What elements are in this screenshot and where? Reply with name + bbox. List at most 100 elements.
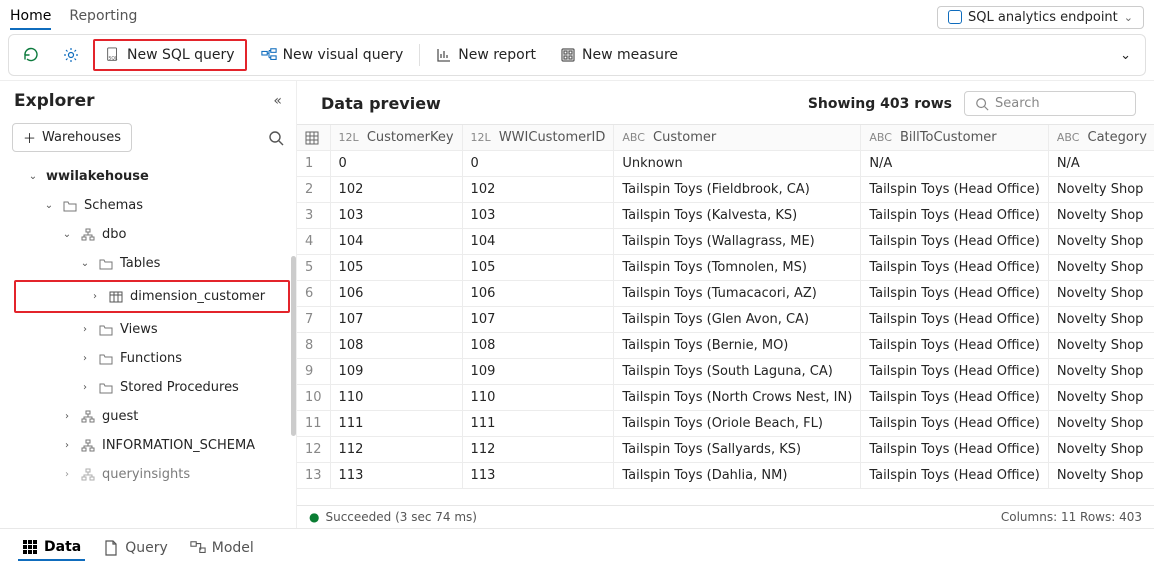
collapse-explorer-button[interactable]: « — [273, 93, 282, 109]
schema-icon — [80, 228, 96, 242]
model-icon — [190, 540, 206, 556]
table-row[interactable]: 12112112Tailspin Toys (Sallyards, KS)Tai… — [297, 437, 1154, 463]
table-row[interactable]: 10110110Tailspin Toys (North Crows Nest,… — [297, 385, 1154, 411]
cell: Tailspin Toys (Wallagrass, ME) — [614, 229, 861, 255]
column-header[interactable]: ABC Category — [1048, 125, 1154, 151]
tree-functions[interactable]: › Functions — [0, 344, 296, 373]
cell: Tailspin Toys (Head Office) — [861, 437, 1049, 463]
cell: Novelty Shop — [1048, 307, 1154, 333]
add-warehouse-button[interactable]: ＋ Warehouses — [12, 123, 132, 152]
cell: Tailspin Toys (Bernie, MO) — [614, 333, 861, 359]
cell: Tailspin Toys (Head Office) — [861, 463, 1049, 489]
endpoint-dropdown[interactable]: SQL analytics endpoint ⌄ — [937, 6, 1144, 29]
cell: 111 — [462, 411, 614, 437]
column-header[interactable]: ABC Customer — [614, 125, 861, 151]
toolbar-more-button[interactable]: ⌄ — [1110, 42, 1141, 69]
cell: Novelty Shop — [1048, 437, 1154, 463]
column-header[interactable]: 12L WWICustomerID — [462, 125, 614, 151]
explorer-search-button[interactable] — [268, 130, 284, 146]
cell: N/A — [861, 151, 1049, 177]
table-row[interactable]: 2102102Tailspin Toys (Fieldbrook, CA)Tai… — [297, 177, 1154, 203]
plus-icon: ＋ — [23, 128, 36, 147]
new-visual-query-button[interactable]: New visual query — [251, 41, 414, 69]
chevron-right-icon: › — [78, 353, 92, 364]
table-row[interactable]: 7107107Tailspin Toys (Glen Avon, CA)Tail… — [297, 307, 1154, 333]
bottom-tab-query[interactable]: Query — [99, 536, 172, 560]
column-header[interactable]: 12L CustomerKey — [330, 125, 462, 151]
table-row[interactable]: 13113113Tailspin Toys (Dahlia, NM)Tailsp… — [297, 463, 1154, 489]
table-row[interactable]: 9109109Tailspin Toys (South Laguna, CA)T… — [297, 359, 1154, 385]
table-icon — [108, 290, 124, 304]
scrollbar[interactable] — [291, 256, 296, 436]
bottom-tab-model[interactable]: Model — [186, 536, 258, 560]
chevron-down-icon: ⌄ — [26, 171, 40, 182]
row-number: 4 — [297, 229, 330, 255]
explorer-title: Explorer — [14, 91, 273, 111]
cube-icon — [948, 10, 962, 24]
row-number: 8 — [297, 333, 330, 359]
cell: Tailspin Toys (Tumacacori, AZ) — [614, 281, 861, 307]
tab-reporting[interactable]: Reporting — [69, 4, 137, 30]
table-row[interactable]: 3103103Tailspin Toys (Kalvesta, KS)Tails… — [297, 203, 1154, 229]
cell: Tailspin Toys (Head Office) — [861, 177, 1049, 203]
tree-label: dbo — [102, 227, 126, 242]
tree-schemas[interactable]: ⌄ Schemas — [0, 191, 296, 220]
chevron-right-icon: › — [78, 324, 92, 335]
tab-home[interactable]: Home — [10, 4, 51, 30]
tree-label: Stored Procedures — [120, 380, 239, 395]
data-grid[interactable]: 12L CustomerKey12L WWICustomerIDABC Cust… — [297, 124, 1154, 505]
toolbar: SQL New SQL query New visual query New r… — [8, 34, 1146, 76]
chevron-down-icon: ⌄ — [1124, 11, 1133, 24]
new-measure-button[interactable]: New measure — [550, 41, 688, 69]
bottom-tab-label: Data — [44, 539, 81, 555]
cell: Novelty Shop — [1048, 229, 1154, 255]
row-number: 7 — [297, 307, 330, 333]
tree-dimension-customer[interactable]: › dimension_customer — [14, 280, 290, 313]
table-row[interactable]: 6106106Tailspin Toys (Tumacacori, AZ)Tai… — [297, 281, 1154, 307]
search-icon — [975, 97, 989, 111]
cell: 102 — [462, 177, 614, 203]
cell: 105 — [462, 255, 614, 281]
table-row[interactable]: 11111111Tailspin Toys (Oriole Beach, FL)… — [297, 411, 1154, 437]
tree-information-schema[interactable]: › INFORMATION_SCHEMA — [0, 431, 296, 460]
refresh-button[interactable] — [13, 41, 49, 69]
tree-views[interactable]: › Views — [0, 315, 296, 344]
chart-icon — [436, 47, 452, 63]
folder-icon — [98, 323, 114, 337]
table-row[interactable]: 8108108Tailspin Toys (Bernie, MO)Tailspi… — [297, 333, 1154, 359]
tree-guest[interactable]: › guest — [0, 402, 296, 431]
search-placeholder: Search — [995, 96, 1040, 111]
cell: Tailspin Toys (Head Office) — [861, 385, 1049, 411]
tree-tables[interactable]: ⌄ Tables — [0, 249, 296, 278]
tree-dbo[interactable]: ⌄ dbo — [0, 220, 296, 249]
table-row[interactable]: 4104104Tailspin Toys (Wallagrass, ME)Tai… — [297, 229, 1154, 255]
data-preview-title: Data preview — [321, 94, 808, 113]
table-row[interactable]: 100UnknownN/AN/A — [297, 151, 1154, 177]
chevron-right-icon: › — [60, 411, 74, 422]
gear-icon — [63, 47, 79, 63]
new-sql-query-button[interactable]: SQL New SQL query — [93, 39, 247, 71]
tree-root[interactable]: ⌄ wwilakehouse — [0, 162, 296, 191]
cell: Tailspin Toys (Head Office) — [861, 359, 1049, 385]
file-icon — [103, 540, 119, 556]
chevron-down-icon: ⌄ — [1120, 48, 1131, 63]
new-report-button[interactable]: New report — [426, 41, 546, 69]
column-header[interactable]: ABC BillToCustomer — [861, 125, 1049, 151]
cell: 104 — [330, 229, 462, 255]
cell: Tailspin Toys (Fieldbrook, CA) — [614, 177, 861, 203]
tree-stored-procedures[interactable]: › Stored Procedures — [0, 373, 296, 402]
table-row[interactable]: 5105105Tailspin Toys (Tomnolen, MS)Tails… — [297, 255, 1154, 281]
status-text: Succeeded (3 sec 74 ms) — [325, 510, 477, 524]
row-number: 3 — [297, 203, 330, 229]
preview-search-input[interactable]: Search — [964, 91, 1136, 116]
bottom-tab-data[interactable]: Data — [18, 535, 85, 561]
tree-queryinsights[interactable]: › queryinsights — [0, 460, 296, 489]
gear-button[interactable] — [53, 41, 89, 69]
cell: Tailspin Toys (Glen Avon, CA) — [614, 307, 861, 333]
tree-label: Schemas — [84, 198, 143, 213]
grid-corner[interactable] — [297, 125, 330, 151]
cell: 103 — [462, 203, 614, 229]
cell: Novelty Shop — [1048, 385, 1154, 411]
cell: 102 — [330, 177, 462, 203]
toolbar-separator — [419, 44, 420, 66]
